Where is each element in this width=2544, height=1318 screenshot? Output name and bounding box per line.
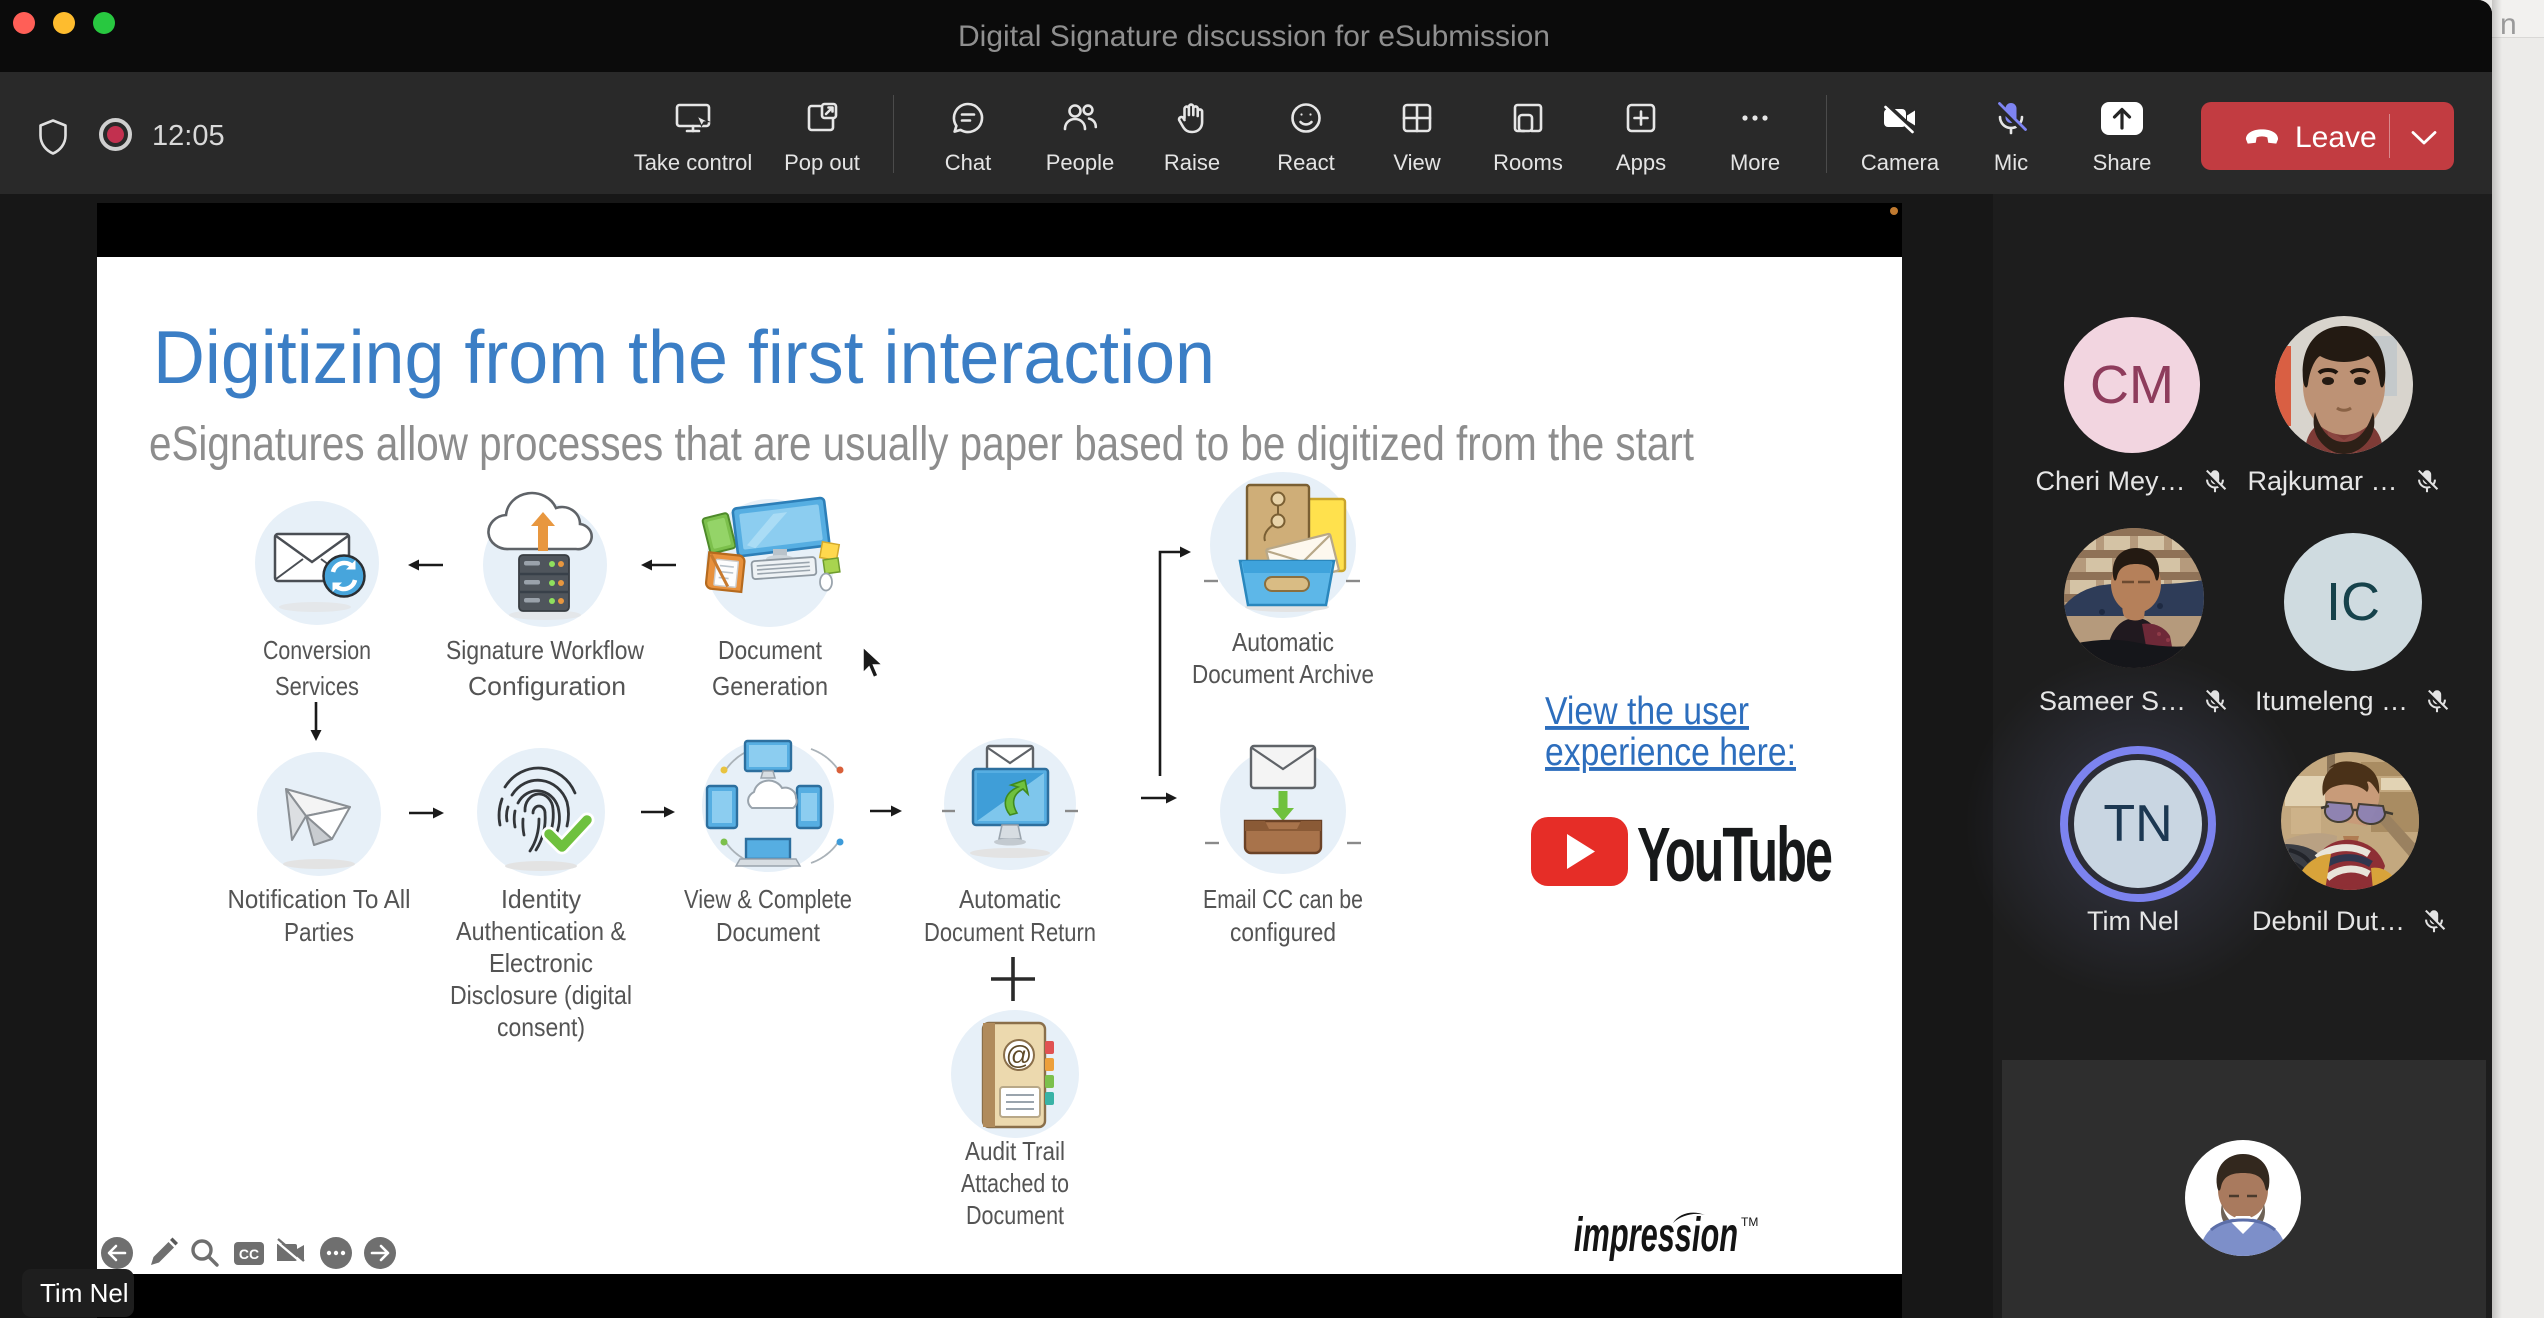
svg-text:Digitizing from the first inte: Digitizing from the first interaction — [153, 315, 1215, 399]
svg-text:View the user: View the user — [1545, 690, 1749, 733]
svg-text:experience here:: experience here: — [1545, 731, 1796, 774]
svg-text:Generation: Generation — [712, 671, 828, 701]
svg-text:Audit Trail: Audit Trail — [965, 1136, 1065, 1166]
svg-text:configured: configured — [1230, 917, 1336, 947]
svg-text:Email CC can be: Email CC can be — [1203, 884, 1363, 914]
svg-text:Configuration: Configuration — [468, 671, 626, 701]
svg-text:Electronic: Electronic — [489, 948, 593, 978]
svg-text:Document: Document — [718, 635, 823, 665]
svg-text:Document: Document — [716, 917, 821, 947]
svg-text:eSignatures allow processes th: eSignatures allow processes that are usu… — [149, 418, 1694, 471]
svg-text:Document Archive: Document Archive — [1192, 659, 1374, 689]
svg-text:impression: impression — [1574, 1209, 1738, 1262]
svg-text:TM: TM — [1741, 1215, 1758, 1229]
svg-text:@: @ — [1006, 1040, 1032, 1070]
svg-text:consent): consent) — [497, 1012, 585, 1042]
svg-text:Services: Services — [275, 671, 359, 701]
svg-text:Automatic: Automatic — [959, 884, 1061, 914]
svg-text:Identity: Identity — [501, 884, 581, 914]
svg-text:Automatic: Automatic — [1232, 627, 1334, 657]
svg-text:Notification To All: Notification To All — [228, 884, 411, 914]
svg-text:Signature Workflow: Signature Workflow — [446, 635, 644, 665]
svg-text:View & Complete: View & Complete — [684, 884, 852, 914]
svg-text:YouTube: YouTube — [1637, 812, 1832, 898]
svg-text:Authentication &: Authentication & — [456, 916, 626, 946]
svg-text:Parties: Parties — [284, 917, 354, 947]
svg-text:Conversion: Conversion — [263, 635, 371, 665]
svg-text:Disclosure (digital: Disclosure (digital — [450, 980, 632, 1010]
svg-text:Attached to: Attached to — [961, 1168, 1069, 1198]
svg-text:Document Return: Document Return — [924, 917, 1096, 947]
svg-text:Document: Document — [966, 1200, 1065, 1230]
svg-text:CC: CC — [239, 1246, 259, 1262]
